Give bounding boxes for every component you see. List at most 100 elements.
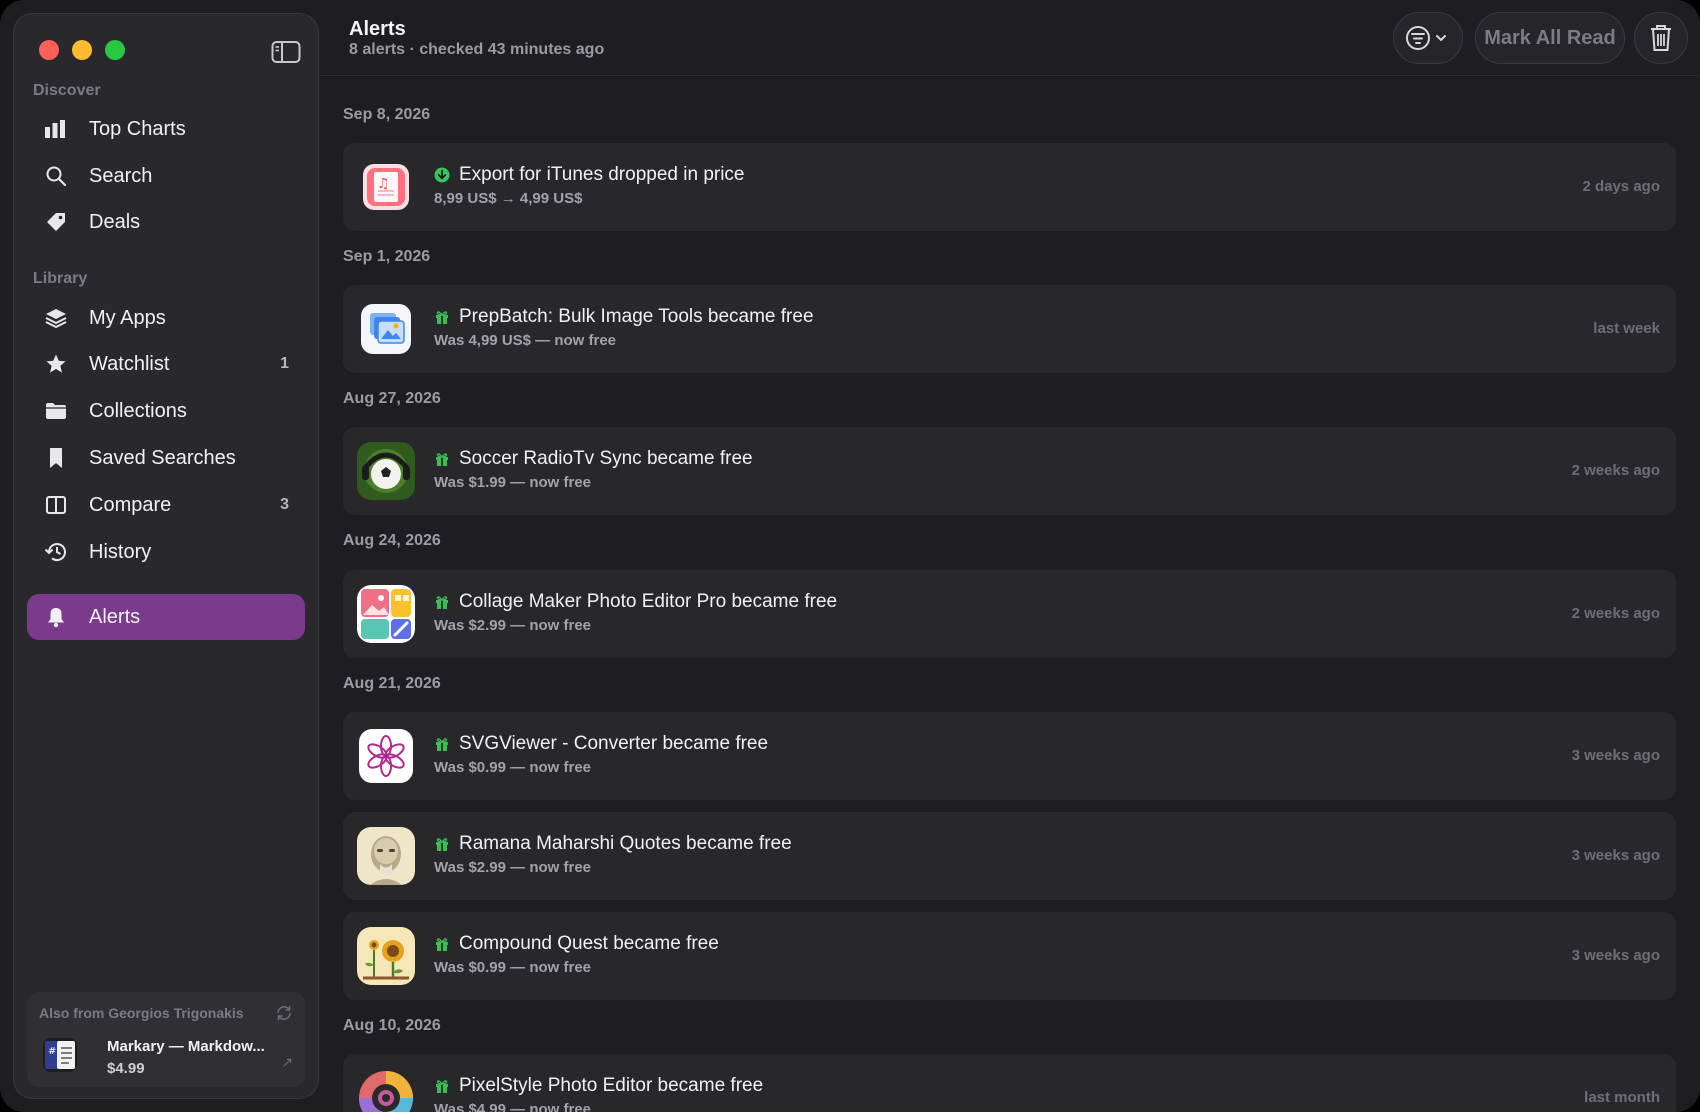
filter-icon: [1406, 26, 1446, 50]
close-window-button[interactable]: [39, 40, 59, 60]
alert-time: 2 days ago: [1582, 178, 1660, 195]
alert-price-change: Was $0.99 — now free: [434, 759, 592, 776]
window-controls: [39, 40, 125, 60]
svg-text:♫: ♫: [377, 176, 390, 192]
zoom-window-button[interactable]: [105, 40, 125, 60]
trash-icon: [1651, 25, 1671, 51]
delete-all-button[interactable]: [1634, 12, 1688, 64]
alert-time: 3 weeks ago: [1571, 747, 1660, 764]
history-icon: [43, 539, 69, 565]
svg-text:#: #: [48, 1046, 56, 1057]
alert-time: 3 weeks ago: [1571, 947, 1660, 964]
soccer-radiotv-app-icon: [357, 442, 415, 500]
alert-title: PixelStyle Photo Editor became free: [459, 1075, 764, 1096]
alert-time: last month: [1584, 1089, 1660, 1106]
sidebar-item-label: Compare: [89, 493, 172, 516]
sidebar-item-label: Deals: [89, 210, 141, 233]
markary-app-icon: #: [43, 1038, 77, 1072]
price-drop-icon: [434, 167, 450, 183]
alerts-list: Sep 8, 2026 ♫ Export for iTunes dropped …: [320, 77, 1700, 1112]
alert-title: Ramana Maharshi Quotes became free: [459, 833, 792, 854]
date-group-label: Aug 24, 2026: [343, 532, 441, 549]
alert-row[interactable]: PixelStyle Photo Editor became free Was …: [343, 1054, 1676, 1112]
alert-price-change: Was 4,99 US$ — now free: [434, 332, 617, 349]
sidebar-item-label: Saved Searches: [89, 446, 236, 469]
alert-row[interactable]: PrepBatch: Bulk Image Tools became free …: [343, 285, 1676, 373]
sidebar-item-label: Alerts: [89, 605, 141, 628]
bookmark-icon: [43, 445, 69, 471]
sidebar-item-search[interactable]: Search: [27, 153, 305, 199]
sidebar-item-label: My Apps: [89, 306, 166, 329]
search-icon: [43, 163, 69, 189]
alert-price-change: Was $0.99 — now free: [434, 959, 592, 976]
gift-icon: [436, 596, 448, 609]
also-from-developer-card[interactable]: Also from Georgios Trigonakis # Markary …: [27, 992, 305, 1087]
alert-price-change: Was $1.99 — now free: [434, 474, 592, 491]
sidebar-item-top-charts[interactable]: Top Charts: [27, 106, 305, 152]
date-group-label: Sep 1, 2026: [343, 248, 431, 265]
alert-title: Collage Maker Photo Editor Pro became fr…: [459, 591, 838, 612]
bell-icon: [43, 604, 69, 630]
sidebar-item-compare[interactable]: Compare 3: [27, 482, 305, 528]
page-title: Alerts: [349, 18, 406, 40]
promo-heading: Also from Georgios Trigonakis: [39, 1005, 244, 1021]
date-group-label: Sep 8, 2026: [343, 106, 431, 123]
refresh-icon[interactable]: [275, 1004, 293, 1022]
folder-icon: [43, 398, 69, 424]
page-subtitle: 8 alerts · checked 43 minutes ago: [349, 41, 605, 58]
toolbar: Alerts 8 alerts · checked 43 minutes ago…: [320, 0, 1700, 76]
alert-price-change: Was $2.99 — now free: [434, 859, 592, 876]
prepbatch-app-icon: [361, 304, 411, 354]
alert-row[interactable]: Compound Quest became free Was $0.99 — n…: [343, 912, 1676, 1000]
sidebar: Discover Top Charts Search Deals Library…: [13, 13, 319, 1099]
bar-chart-icon: [43, 116, 69, 142]
alert-row[interactable]: Collage Maker Photo Editor Pro became fr…: [343, 570, 1676, 658]
compound-quest-app-icon: [357, 927, 415, 985]
pixelstyle-app-icon: [359, 1071, 413, 1112]
alert-time: 2 weeks ago: [1571, 605, 1660, 622]
gift-icon: [436, 453, 448, 466]
gift-icon: [436, 938, 448, 951]
alert-time: 3 weeks ago: [1571, 847, 1660, 864]
sidebar-item-collections[interactable]: Collections: [27, 388, 305, 434]
date-group-label: Aug 27, 2026: [343, 390, 441, 407]
alert-price-change: 8,99 US$ → 4,99 US$: [434, 190, 583, 207]
alert-title: Export for iTunes dropped in price: [459, 164, 745, 185]
app-window: Discover Top Charts Search Deals Library…: [0, 0, 1700, 1112]
filter-menu-button[interactable]: [1393, 12, 1463, 64]
sidebar-item-label: History: [89, 540, 152, 563]
alert-row[interactable]: Ramana Maharshi Quotes became free Was $…: [343, 812, 1676, 900]
tag-icon: [43, 209, 69, 235]
sidebar-item-history[interactable]: History: [27, 529, 305, 575]
date-group-label: Aug 10, 2026: [343, 1017, 441, 1034]
mark-all-read-button[interactable]: Mark All Read: [1475, 12, 1625, 64]
alert-title: Soccer RadioTv Sync became free: [459, 448, 753, 469]
star-icon: [43, 351, 69, 377]
sidebar-item-deals[interactable]: Deals: [27, 199, 305, 245]
sidebar-item-saved-searches[interactable]: Saved Searches: [27, 435, 305, 481]
alert-row[interactable]: SVGViewer - Converter became free Was $0…: [343, 712, 1676, 800]
sidebar-item-count: 1: [280, 355, 289, 372]
alert-row[interactable]: ♫ Export for iTunes dropped in price 8,9…: [343, 143, 1676, 231]
sidebar-toggle-icon[interactable]: [271, 40, 301, 64]
sidebar-item-label: Top Charts: [89, 117, 186, 140]
promo-app-price: $4.99: [107, 1060, 145, 1077]
library-section-label: Library: [33, 270, 88, 287]
ramana-maharshi-quotes-app-icon: [357, 827, 415, 885]
svgviewer-app-icon: [359, 729, 413, 783]
export-for-itunes-app-icon: ♫: [363, 164, 409, 210]
sidebar-item-my-apps[interactable]: My Apps: [27, 295, 305, 341]
gift-icon: [436, 738, 448, 751]
alert-time: last week: [1593, 320, 1660, 337]
sidebar-item-alerts[interactable]: Alerts: [27, 594, 305, 640]
date-group-label: Aug 21, 2026: [343, 675, 441, 692]
layers-icon: [43, 305, 69, 331]
external-link-arrow-icon: ↗: [281, 1054, 293, 1070]
minimize-window-button[interactable]: [72, 40, 92, 60]
discover-section-label: Discover: [33, 82, 101, 99]
alert-title: Compound Quest became free: [459, 933, 719, 954]
sidebar-item-watchlist[interactable]: Watchlist 1: [27, 341, 305, 387]
alert-title: SVGViewer - Converter became free: [459, 733, 769, 754]
alert-row[interactable]: Soccer RadioTv Sync became free Was $1.9…: [343, 427, 1676, 515]
gift-icon: [436, 311, 448, 324]
